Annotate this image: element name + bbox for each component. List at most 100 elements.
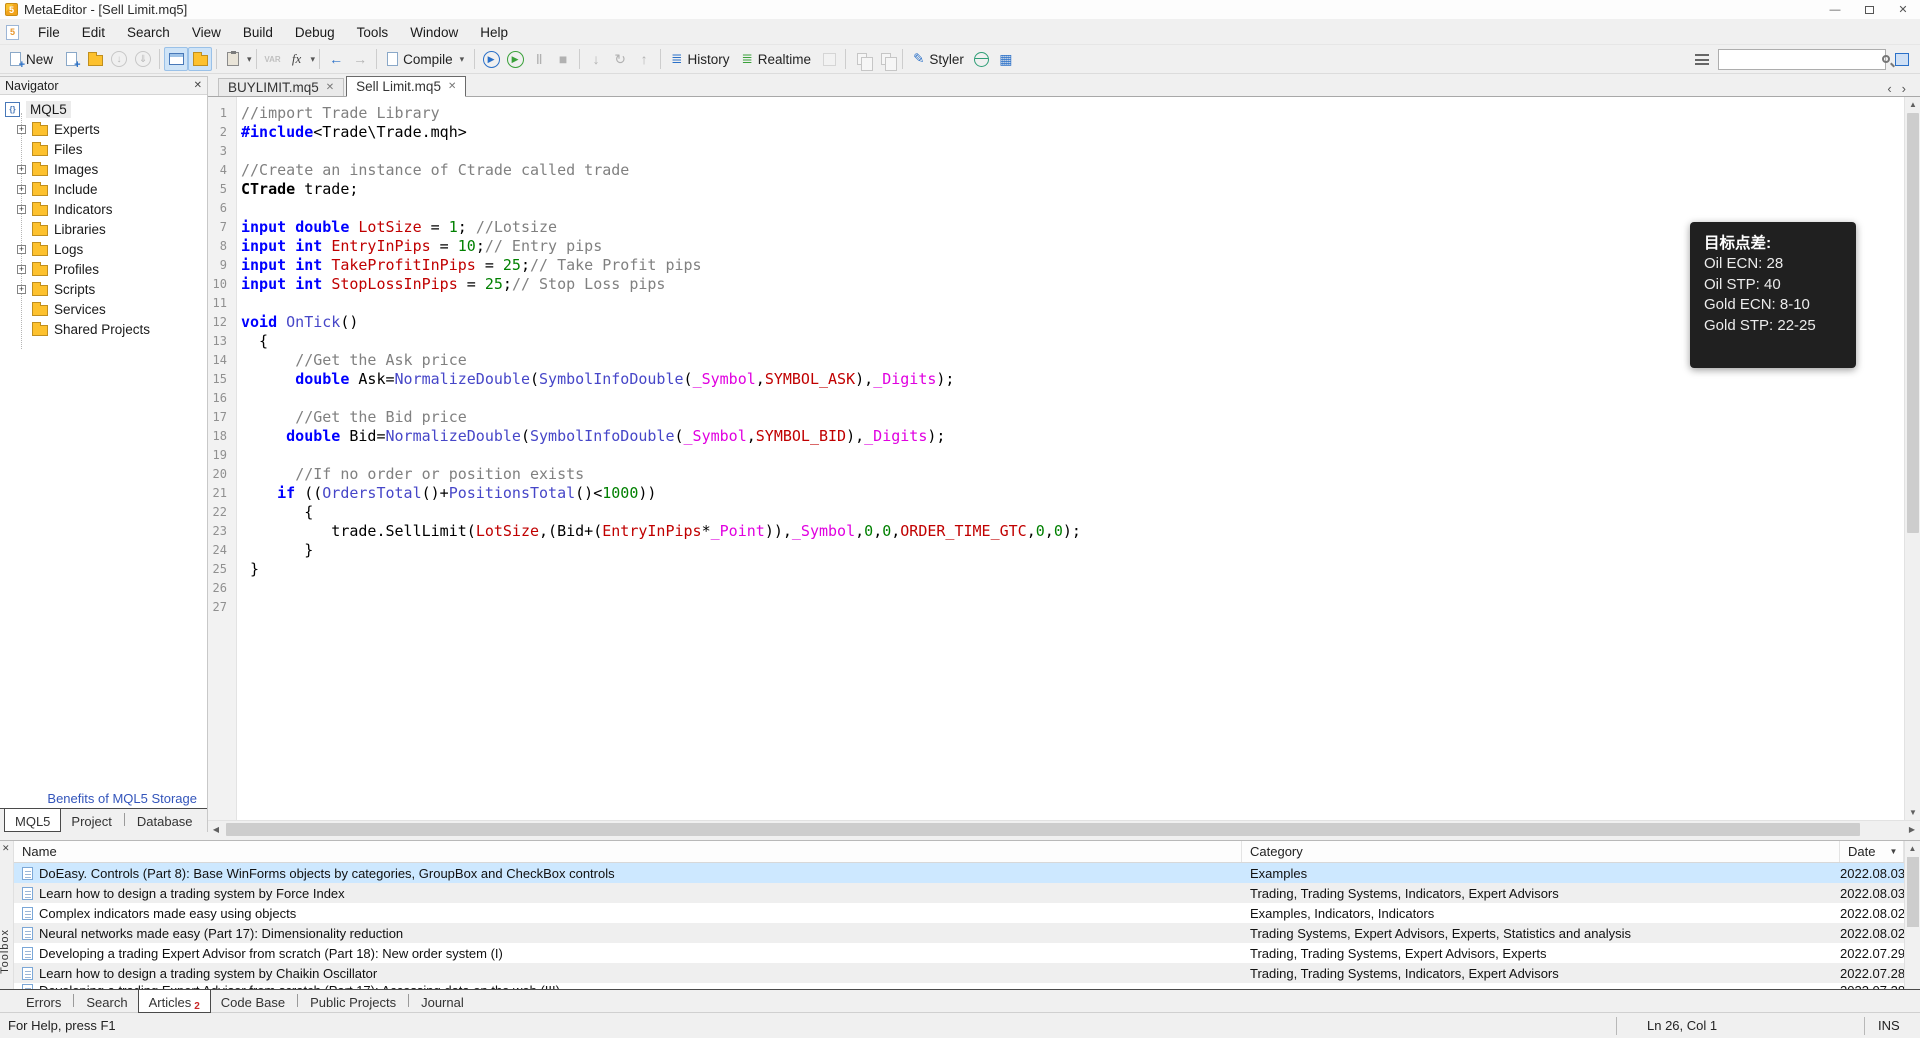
save-all-button[interactable]: ⇓: [131, 47, 155, 71]
mql5-storage-link[interactable]: Benefits of MQL5 Storage: [47, 791, 197, 806]
scroll-down-icon[interactable]: ▼: [1905, 805, 1920, 820]
attach-dropdown-icon[interactable]: ▾: [247, 54, 252, 65]
sidebar-item-include[interactable]: +Include: [0, 179, 207, 199]
maximize-icon[interactable]: [1852, 0, 1886, 19]
menu-file[interactable]: File: [27, 20, 71, 44]
functions-button[interactable]: fx: [285, 47, 309, 71]
attach-metatrader-button[interactable]: [221, 47, 245, 71]
toolbox-tab-errors[interactable]: Errors: [16, 990, 71, 1013]
step-over-button[interactable]: ↻: [608, 47, 632, 71]
step-into-button[interactable]: ↓: [584, 47, 608, 71]
table-row[interactable]: Developing a trading Expert Advisor from…: [14, 943, 1920, 963]
sidebar-item-images[interactable]: +Images: [0, 159, 207, 179]
table-row[interactable]: DoEasy. Controls (Part 8): Base WinForms…: [14, 863, 1920, 883]
expand-icon[interactable]: +: [17, 265, 26, 274]
toolbox-tab-articles[interactable]: Articles2: [138, 990, 211, 1013]
menu-help[interactable]: Help: [469, 20, 519, 44]
tab-scroll-right-icon[interactable]: ›: [1902, 81, 1906, 96]
navigate-back-button[interactable]: ←: [324, 47, 348, 71]
code-editor[interactable]: 1//import Trade Library2#include<Trade\T…: [208, 97, 1904, 820]
table-vertical-scrollbar[interactable]: ▲: [1904, 841, 1920, 989]
sidebar-item-scripts[interactable]: +Scripts: [0, 279, 207, 299]
sidebar-item-profiles[interactable]: +Profiles: [0, 259, 207, 279]
menu-edit[interactable]: Edit: [71, 20, 116, 44]
table-scroll-thumb[interactable]: [1907, 857, 1919, 927]
expand-icon[interactable]: +: [17, 185, 26, 194]
open-button[interactable]: [83, 47, 107, 71]
tab-mql5[interactable]: MQL5: [4, 809, 61, 832]
table-row[interactable]: Learn how to design a trading system by …: [14, 963, 1920, 983]
styler-button[interactable]: ✎Styler: [907, 47, 970, 71]
close-tab-icon[interactable]: ✕: [448, 81, 456, 92]
tab-sell-limit-mq5[interactable]: Sell Limit.mq5✕: [346, 76, 466, 97]
pause-chart-button[interactable]: [817, 47, 841, 71]
close-tab-icon[interactable]: ✕: [326, 82, 334, 93]
minimize-icon[interactable]: —: [1818, 0, 1852, 19]
pause-button[interactable]: Ⅱ: [527, 47, 551, 71]
expand-icon[interactable]: +: [17, 245, 26, 254]
sidebar-item-files[interactable]: Files: [0, 139, 207, 159]
copy-button[interactable]: [850, 47, 874, 71]
sidebar-item-services[interactable]: Services: [0, 299, 207, 319]
editor-vertical-scrollbar[interactable]: ▲ ▼: [1904, 97, 1920, 820]
table-scroll-up-icon[interactable]: ▲: [1905, 841, 1920, 856]
new-window-button[interactable]: [59, 47, 83, 71]
menu-search[interactable]: Search: [116, 20, 181, 44]
scroll-left-icon[interactable]: ◀: [208, 821, 224, 838]
toggle-toolbox-button[interactable]: [188, 47, 212, 71]
start-profiling-button[interactable]: ▶: [503, 47, 527, 71]
tab-database[interactable]: Database: [127, 809, 203, 832]
table-row[interactable]: Learn how to design a trading system by …: [14, 883, 1920, 903]
navigate-forward-button[interactable]: →: [348, 47, 372, 71]
column-header-name[interactable]: Name: [14, 841, 1242, 862]
sidebar-item-mql5-root[interactable]: {} MQL5: [0, 99, 207, 119]
realtime-button[interactable]: ≣Realtime: [735, 47, 817, 71]
expand-icon[interactable]: +: [17, 165, 26, 174]
scroll-right-icon[interactable]: ▶: [1904, 821, 1920, 838]
tab-buylimit-mq5[interactable]: BUYLIMIT.mq5✕: [218, 78, 344, 96]
tab-project[interactable]: Project: [61, 809, 121, 832]
column-header-category[interactable]: Category: [1242, 841, 1840, 862]
search-options-button[interactable]: [1690, 47, 1714, 71]
toolbox-tab-search[interactable]: Search: [76, 990, 137, 1013]
sidebar-item-libraries[interactable]: Libraries: [0, 219, 207, 239]
menu-view[interactable]: View: [181, 20, 232, 44]
table-row[interactable]: Complex indicators made easy using objec…: [14, 903, 1920, 923]
sidebar-item-shared-projects[interactable]: Shared Projects: [0, 319, 207, 339]
save-button[interactable]: ↓: [107, 47, 131, 71]
toolbox-tab-code-base[interactable]: Code Base: [211, 990, 295, 1013]
stop-button[interactable]: ■: [551, 47, 575, 71]
column-header-date[interactable]: Date▼: [1840, 841, 1904, 862]
menu-tools[interactable]: Tools: [346, 20, 400, 44]
toolbox-tab-journal[interactable]: Journal: [411, 990, 474, 1013]
scroll-up-icon[interactable]: ▲: [1905, 97, 1920, 112]
sidebar-item-logs[interactable]: +Logs: [0, 239, 207, 259]
expand-icon[interactable]: +: [17, 285, 26, 294]
horizontal-scroll-thumb[interactable]: [226, 823, 1860, 836]
variables-button[interactable]: VAR: [261, 47, 285, 71]
search-input[interactable]: [1719, 50, 1882, 69]
table-row[interactable]: Neural networks made easy (Part 17): Dim…: [14, 923, 1920, 943]
expand-icon[interactable]: +: [17, 205, 26, 214]
functions-dropdown-icon[interactable]: ▾: [311, 54, 316, 65]
close-icon[interactable]: ✕: [1886, 0, 1920, 19]
menu-window[interactable]: Window: [399, 20, 469, 44]
mql5-community-button[interactable]: [970, 47, 994, 71]
history-button[interactable]: ≣History: [665, 47, 735, 71]
expand-icon[interactable]: +: [17, 125, 26, 134]
sidebar-item-indicators[interactable]: +Indicators: [0, 199, 207, 219]
editor-horizontal-scrollbar[interactable]: ◀ ▶: [208, 820, 1920, 837]
toggle-navigator-button[interactable]: [164, 47, 188, 71]
duplicate-button[interactable]: [874, 47, 898, 71]
step-out-button[interactable]: ↑: [632, 47, 656, 71]
toolbox-tab-public-projects[interactable]: Public Projects: [300, 990, 406, 1013]
tab-scroll-left-icon[interactable]: ‹: [1887, 81, 1891, 96]
vertical-scroll-thumb[interactable]: [1907, 113, 1919, 533]
toolbox-close-icon[interactable]: ✕: [2, 843, 10, 854]
menu-debug[interactable]: Debug: [284, 20, 346, 44]
sidebar-item-experts[interactable]: +Experts: [0, 119, 207, 139]
start-debug-button[interactable]: ▶: [479, 47, 503, 71]
new-button[interactable]: New: [4, 47, 59, 71]
navigator-close-icon[interactable]: ✕: [194, 80, 202, 91]
search-icon[interactable]: [1882, 55, 1890, 63]
